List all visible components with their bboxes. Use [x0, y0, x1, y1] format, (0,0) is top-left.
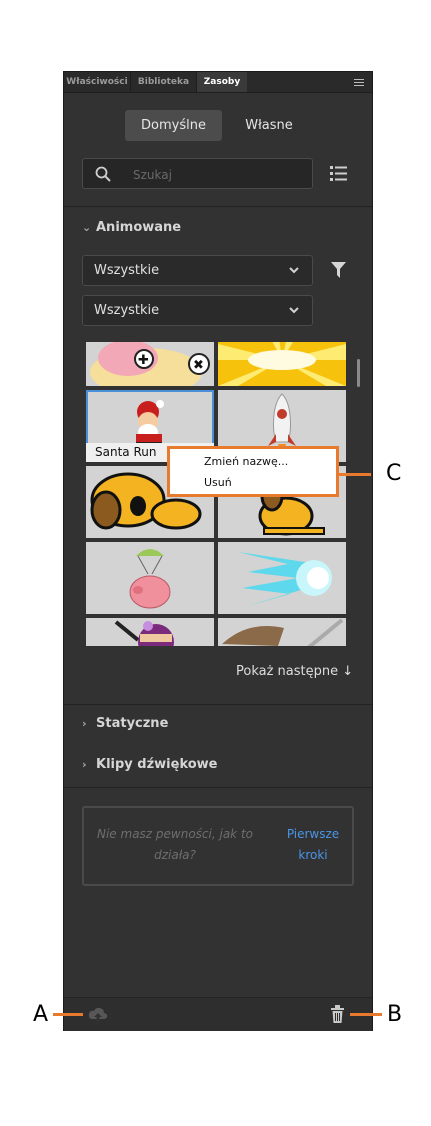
context-menu-rename[interactable]: Zmień nazwę...	[204, 455, 288, 468]
filter-dropdown-2-value: Wszystkie	[94, 303, 160, 318]
svg-text:✖: ✖	[193, 358, 204, 373]
sunburst-icon	[218, 342, 346, 386]
tab-library[interactable]: Biblioteka	[131, 72, 197, 92]
callout-label-b: B	[387, 1002, 403, 1027]
asset-thumbnail[interactable]	[218, 342, 346, 386]
arrow-down-icon: ↓	[342, 664, 354, 679]
section-sound-clips[interactable]: › Klipy dźwiękowe	[82, 755, 218, 775]
default-assets-button[interactable]: Domyślne	[125, 110, 222, 141]
chevron-right-icon: ›	[82, 717, 87, 730]
search-field[interactable]	[82, 158, 313, 189]
asset-thumbnail[interactable]	[218, 618, 346, 646]
list-view-icon[interactable]	[330, 166, 347, 181]
parachute-pig-icon	[129, 549, 171, 609]
getting-started-box: Nie masz pewności, jak to działa? Pierws…	[82, 806, 354, 886]
asset-thumbnail[interactable]	[86, 618, 214, 646]
show-more-link[interactable]: Pokaż następne ↓	[236, 664, 353, 679]
tab-assets[interactable]: Zasoby	[197, 72, 247, 92]
tab-properties[interactable]: Właściwości	[64, 72, 131, 92]
sword-icon	[222, 618, 344, 646]
chevron-down-icon	[289, 267, 299, 274]
panel-tab-bar: Właściwości Biblioteka Zasoby	[64, 72, 372, 93]
context-menu-delete[interactable]: Usuń	[204, 476, 232, 489]
filter-dropdown-1[interactable]: Wszystkie	[82, 255, 313, 286]
filter-icon[interactable]	[331, 262, 346, 278]
section-animated[interactable]: ⌄ Animowane	[82, 218, 181, 238]
empty-state-text: Nie masz pewności, jak to działa?	[97, 827, 253, 862]
ninja-icon	[114, 620, 174, 646]
getting-started-link[interactable]: Pierwsze kroki	[280, 824, 346, 866]
svg-text:✚: ✚	[138, 353, 149, 368]
callout-line-b	[350, 1013, 382, 1016]
divider	[64, 787, 372, 788]
section-animated-label: Animowane	[96, 220, 182, 235]
filter-dropdown-1-value: Wszystkie	[94, 263, 160, 278]
grid-scrollbar[interactable]	[357, 359, 360, 387]
callout-label-a: A	[33, 1002, 49, 1027]
context-menu: Zmień nazwę... Usuń	[167, 446, 339, 497]
show-more-label: Pokaż następne	[236, 664, 339, 679]
section-sound-clips-label: Klipy dźwiękowe	[96, 757, 218, 772]
chevron-down-icon	[289, 307, 299, 314]
callout-label-c: C	[386, 461, 402, 486]
assets-panel: Właściwości Biblioteka Zasoby Domyślne W…	[63, 71, 373, 1031]
asset-thumbnail[interactable]	[218, 542, 346, 614]
search-icon	[95, 166, 111, 182]
divider	[64, 704, 372, 705]
section-static-label: Statyczne	[96, 716, 169, 731]
energy-blast-icon	[238, 552, 332, 608]
section-static[interactable]: › Statyczne	[82, 714, 168, 734]
pig-bandage-icon: ✚ ✖	[90, 342, 210, 386]
chevron-down-icon: ⌄	[82, 221, 92, 234]
cloud-upload-icon[interactable]	[88, 1007, 108, 1023]
asset-thumbnail[interactable]	[86, 542, 214, 614]
panel-footer	[64, 997, 372, 1031]
panel-menu-icon[interactable]	[354, 79, 364, 86]
filter-dropdown-2[interactable]: Wszystkie	[82, 295, 313, 326]
chevron-right-icon: ›	[82, 758, 87, 771]
asset-thumbnail[interactable]: ✚ ✖	[86, 342, 214, 386]
divider	[64, 206, 372, 207]
search-input[interactable]	[131, 165, 305, 185]
callout-line-a	[53, 1013, 83, 1016]
custom-assets-button[interactable]: Własne	[234, 110, 304, 141]
callout-line-c	[339, 473, 371, 476]
trash-icon[interactable]	[330, 1005, 345, 1023]
